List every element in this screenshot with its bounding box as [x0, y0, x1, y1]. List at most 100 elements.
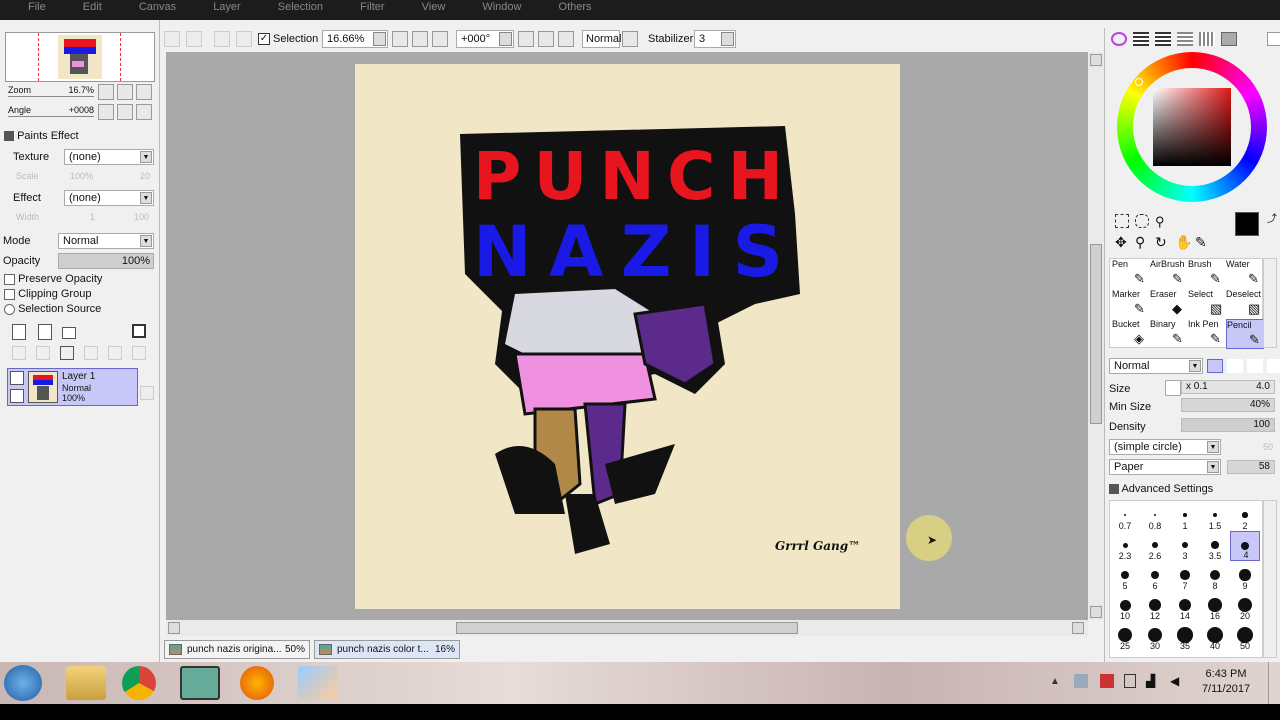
size-slider[interactable]: x 0.1 4.0: [1181, 380, 1275, 394]
tool-marker[interactable]: Marker ✎: [1112, 289, 1150, 319]
brush-shape-hard-icon[interactable]: [1207, 359, 1223, 373]
menu-view[interactable]: View: [422, 0, 446, 14]
tool-pen[interactable]: Pen ✎: [1112, 259, 1150, 289]
brush-size-cell[interactable]: 40: [1200, 621, 1230, 651]
brush-size-cell[interactable]: 1.5: [1200, 501, 1230, 531]
new-linework-layer-icon[interactable]: [38, 324, 52, 340]
texture-select[interactable]: (none) ▼: [64, 149, 154, 165]
rotate-reset-button[interactable]: [136, 104, 152, 120]
start-button[interactable]: [4, 665, 42, 701]
navigator-thumbnail[interactable]: [5, 32, 155, 82]
zoom-out-icon[interactable]: [392, 31, 408, 47]
tool-ink-pen[interactable]: Ink Pen ✎: [1188, 319, 1226, 349]
brush-size-cell[interactable]: 25: [1110, 621, 1140, 651]
action-center-icon[interactable]: [1100, 674, 1114, 688]
rotate-reset-icon[interactable]: [558, 31, 574, 47]
horizontal-scroll-thumb[interactable]: [456, 622, 798, 634]
scroll-down-icon[interactable]: [1090, 606, 1102, 618]
brush-size-cell[interactable]: 5: [1110, 561, 1140, 591]
tool-binary[interactable]: Binary ✎: [1150, 319, 1188, 349]
brush-shape-soft-icon[interactable]: [1247, 359, 1263, 373]
selection-checkbox[interactable]: ✓: [258, 33, 270, 45]
layer-mode-select[interactable]: Normal ▼: [58, 233, 154, 249]
rotate-right-button[interactable]: [117, 104, 133, 120]
brush-size-cell[interactable]: 1: [1170, 501, 1200, 531]
tray-expand-icon[interactable]: ▲: [1050, 676, 1060, 687]
chrome-icon[interactable]: [122, 666, 156, 700]
tool-pencil[interactable]: Pencil ✎: [1226, 319, 1264, 349]
brush-texture-select[interactable]: Paper ▼: [1109, 459, 1221, 475]
paint-tool-sai-icon[interactable]: [180, 666, 220, 700]
swatch-tab-icon[interactable]: [1177, 32, 1193, 46]
redo-icon[interactable]: [186, 31, 202, 47]
vertical-scroll-thumb[interactable]: [1090, 244, 1102, 424]
new-layer-icon[interactable]: [12, 324, 26, 340]
brush-shape-flat-icon[interactable]: [1267, 359, 1280, 373]
menu-edit[interactable]: Edit: [83, 0, 102, 14]
rgb-slider-tab-icon[interactable]: [1133, 32, 1149, 46]
brush-size-cell[interactable]: 0.8: [1140, 501, 1170, 531]
tool-brush[interactable]: Brush ✎: [1188, 259, 1226, 289]
selection-source-checkbox[interactable]: Selection Source: [4, 303, 101, 315]
brush-size-cell[interactable]: 2.6: [1140, 531, 1170, 561]
color-wheel-tab-icon[interactable]: [1111, 32, 1127, 46]
flip-icon[interactable]: [622, 31, 638, 47]
battery-icon[interactable]: [1124, 674, 1136, 688]
brush-size-cell[interactable]: 3: [1170, 531, 1200, 561]
brush-blend-select[interactable]: Normal ▼: [1109, 358, 1203, 374]
scroll-left-icon[interactable]: [168, 622, 180, 634]
layer-scroll-up[interactable]: [140, 386, 154, 400]
brush-size-cell[interactable]: 6: [1140, 561, 1170, 591]
zoom-slider[interactable]: [8, 96, 94, 99]
clear-layer-icon[interactable]: [60, 346, 74, 360]
clock[interactable]: 6:43 PM 7/11/2017: [1196, 668, 1256, 695]
density-slider[interactable]: 100: [1181, 418, 1275, 432]
angle-slider[interactable]: [8, 116, 94, 119]
vertical-scrollbar[interactable]: [1088, 52, 1104, 620]
view-mode-select[interactable]: Normal: [582, 30, 621, 48]
brush-size-cell[interactable]: 30: [1140, 621, 1170, 651]
move-icon[interactable]: ✥: [1115, 234, 1127, 251]
merge-visible-icon[interactable]: [108, 346, 122, 360]
size-mult-toggle[interactable]: [1165, 380, 1181, 396]
merge-down-icon[interactable]: [36, 346, 50, 360]
rotate-left-button[interactable]: [98, 104, 114, 120]
stabilizer-select[interactable]: 3: [694, 30, 736, 48]
tool-water[interactable]: Water ✎: [1226, 259, 1264, 289]
brush-size-cell[interactable]: 12: [1140, 591, 1170, 621]
tray-app-icon[interactable]: [1074, 674, 1088, 688]
preserve-opacity-checkbox[interactable]: Preserve Opacity: [4, 273, 102, 285]
brush-size-cell[interactable]: 50: [1230, 621, 1260, 651]
firefox-icon[interactable]: [240, 666, 274, 700]
brush-size-cell[interactable]: 14: [1170, 591, 1200, 621]
tool-airbrush[interactable]: AirBrush ✎: [1150, 259, 1188, 289]
opacity-slider[interactable]: 100%: [58, 253, 154, 269]
transfer-down-icon[interactable]: [12, 346, 26, 360]
menu-layer[interactable]: Layer: [213, 0, 241, 14]
menu-file[interactable]: File: [28, 0, 46, 14]
eye-icon[interactable]: [10, 371, 24, 385]
menu-canvas[interactable]: Canvas: [139, 0, 176, 14]
lasso-icon[interactable]: [1135, 214, 1149, 228]
menu-filter[interactable]: Filter: [360, 0, 384, 14]
tool-deselect[interactable]: Deselect ▧: [1226, 289, 1264, 319]
invert-selection-icon[interactable]: [236, 31, 252, 47]
brush-size-cell[interactable]: 8: [1200, 561, 1230, 591]
zoom-icon[interactable]: ⚲: [1135, 234, 1145, 251]
magic-wand-icon[interactable]: ⚲: [1155, 214, 1165, 230]
primary-color-swatch[interactable]: [1235, 212, 1259, 236]
brush-shape-medium-icon[interactable]: [1227, 359, 1243, 373]
texture-strength-slider[interactable]: 58: [1227, 460, 1275, 474]
panel-scroll-up[interactable]: [1267, 32, 1280, 46]
saturation-value-square[interactable]: [1153, 88, 1231, 166]
zoom-out-button[interactable]: [98, 84, 114, 100]
brush-size-cell[interactable]: 35: [1170, 621, 1200, 651]
brush-size-cell[interactable]: 2: [1230, 501, 1260, 531]
brush-size-cell[interactable]: 4: [1230, 531, 1260, 561]
volume-icon[interactable]: ◀: [1170, 674, 1179, 688]
swap-colors-icon[interactable]: ⤴: [1267, 210, 1277, 225]
rect-select-icon[interactable]: [1115, 214, 1129, 228]
brush-size-cell[interactable]: 9: [1230, 561, 1260, 591]
rotate-icon[interactable]: ↻: [1155, 234, 1167, 251]
eyedropper-icon[interactable]: ✎: [1195, 234, 1207, 251]
